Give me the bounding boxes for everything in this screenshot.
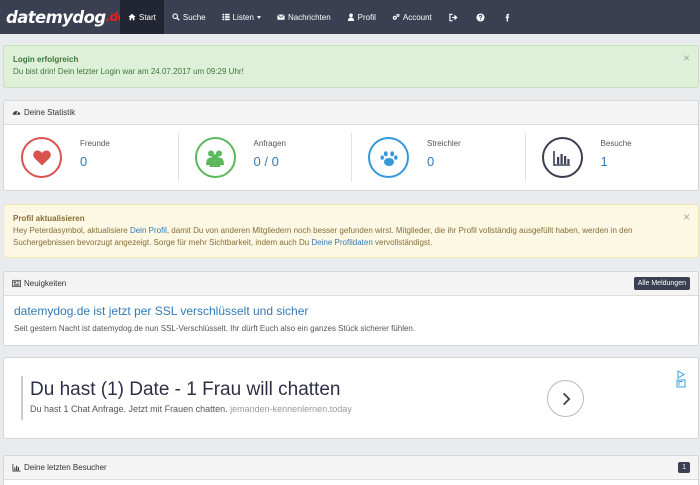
stat-anfragen[interactable]: Anfragen 0 / 0 — [177, 125, 352, 190]
envelope-icon — [277, 14, 285, 20]
logo-part-date: date — [6, 7, 46, 27]
newspaper-icon — [12, 279, 21, 288]
paw-icon — [380, 150, 397, 166]
nav-profil[interactable]: Profil — [339, 0, 384, 34]
bar-chart-icon — [553, 150, 570, 166]
logo-part-mydog: mydog — [45, 7, 107, 27]
heart-icon — [32, 149, 51, 165]
statistics-panel: Deine Statistik Freunde 0 Anfragen 0 / 0 — [3, 100, 699, 191]
bar-chart-icon — [12, 463, 21, 472]
nav-logout[interactable] — [440, 0, 467, 34]
ad-banner[interactable]: Du hast (1) Date - 1 Frau will chatten D… — [3, 357, 699, 439]
stat-value: 0 / 0 — [253, 153, 279, 169]
list-icon — [221, 13, 230, 21]
ad-url: jemanden-kennenlernen.today — [230, 404, 352, 414]
stat-label: Besuche — [600, 138, 632, 148]
home-icon — [128, 13, 136, 21]
nav-help[interactable] — [467, 0, 494, 34]
ad-next-button[interactable] — [547, 380, 584, 417]
last-visitors-heading: Deine letzten Besucher — [24, 463, 107, 472]
profile-data-link[interactable]: Deine Profildaten — [311, 238, 372, 247]
visitors-count-badge: 1 — [678, 462, 690, 473]
nav-facebook[interactable] — [494, 0, 521, 34]
login-alert-title: Login erfolgreich — [13, 55, 79, 64]
login-alert-text: Du bist drin! Dein letzter Login war am … — [13, 67, 244, 76]
facebook-icon — [505, 13, 509, 22]
users-icon — [206, 150, 224, 167]
sign-out-icon — [449, 13, 458, 21]
stat-anfragen-circle — [194, 137, 236, 178]
statistics-heading: Deine Statistik — [24, 108, 76, 117]
news-heading: Neuigkeiten — [24, 279, 67, 288]
ad-subtitle-text: Du hast 1 Chat Anfrage. Jetzt mit Frauen… — [30, 404, 228, 414]
last-visitors-panel: Deine letzten Besucher 1 — [3, 455, 699, 485]
chevron-right-icon — [562, 392, 570, 405]
chevron-down-icon — [256, 15, 261, 19]
stat-streichler[interactable]: Streichler 0 — [351, 125, 525, 190]
stat-value: 1 — [600, 153, 608, 169]
stat-besuche[interactable]: Besuche 1 — [524, 125, 699, 190]
nav-listen-dropdown[interactable]: Listen — [214, 0, 269, 34]
stat-freunde-text: Freunde 0 — [80, 139, 110, 169]
stat-besuche-text: Besuche 1 — [600, 139, 632, 169]
ad-title[interactable]: Du hast (1) Date - 1 Frau will chatten — [30, 379, 340, 401]
profile-alert-text-3: vervollständigst. — [372, 238, 433, 247]
profile-alert-text: Hey Peterdasymbol, aktualisiere Dein Pro… — [13, 225, 689, 249]
login-success-alert: Login erfolgreich Du bist drin! Dein let… — [3, 45, 699, 88]
stat-besuche-circle — [541, 137, 583, 178]
search-icon — [172, 13, 180, 21]
stat-streichler-circle — [368, 137, 409, 178]
stat-label: Streichler — [427, 138, 461, 148]
news-text: Seit gestern Nacht ist datemydog.de nun … — [14, 324, 416, 333]
nav-nachrichten[interactable]: Nachrichten — [269, 0, 339, 34]
nav-start-label: Start — [139, 12, 156, 22]
user-icon — [347, 13, 354, 21]
profile-alert-title: Profil aktualisieren — [13, 214, 85, 223]
nav-nachrichten-label: Nachrichten — [287, 12, 331, 22]
close-icon[interactable]: × — [683, 52, 690, 64]
tachometer-icon — [12, 110, 21, 115]
stat-freunde[interactable]: Freunde 0 — [4, 125, 178, 190]
news-panel-header: Neuigkeiten Alle Meldungen — [4, 272, 698, 296]
top-navbar: date mydog .de Start Suche Listen Nachrich… — [0, 0, 700, 34]
nav-account-label: Account — [402, 12, 432, 22]
profile-link[interactable]: Dein Profil — [130, 226, 167, 235]
nav-account[interactable]: Account — [384, 0, 440, 34]
close-icon[interactable]: × — [683, 211, 690, 223]
stat-value: 0 — [427, 153, 435, 169]
stat-label: Anfragen — [253, 138, 286, 148]
profile-alert-text-1: Hey Peterdasymbol, aktualisiere — [13, 226, 130, 235]
ad-accent-bar — [21, 376, 23, 420]
nav-suche[interactable]: Suche — [164, 0, 214, 34]
stat-anfragen-text: Anfragen 0 / 0 — [253, 139, 286, 169]
stat-value: 0 — [80, 153, 88, 169]
nav-suche-label: Suche — [182, 12, 206, 22]
gears-icon — [392, 13, 400, 20]
stat-streichler-text: Streichler 0 — [427, 139, 461, 169]
statistics-panel-header: Deine Statistik — [4, 101, 698, 125]
ad-subtitle: Du hast 1 Chat Anfrage. Jetzt mit Frauen… — [30, 404, 352, 414]
stat-freunde-circle — [21, 137, 62, 178]
all-news-button[interactable]: Alle Meldungen — [633, 277, 690, 290]
stat-label: Freunde — [80, 138, 110, 148]
question-circle-icon — [476, 12, 485, 22]
news-title-link[interactable]: datemydog.de ist jetzt per SSL verschlüs… — [4, 296, 698, 318]
nav-profil-label: Profil — [357, 12, 376, 22]
stats-row: Freunde 0 Anfragen 0 / 0 Streichler 0 Be… — [4, 125, 698, 190]
news-panel: Neuigkeiten Alle Meldungen datemydog.de … — [3, 271, 699, 346]
nav-listen-label: Listen — [232, 12, 254, 22]
profile-update-alert: Profil aktualisieren Hey Peterdasymbol, … — [3, 204, 699, 258]
nav-start[interactable]: Start — [120, 0, 164, 34]
site-logo[interactable]: date mydog .de — [0, 0, 126, 34]
last-visitors-header: Deine letzten Besucher 1 — [4, 456, 698, 480]
ad-choices-icon[interactable] — [676, 370, 686, 388]
